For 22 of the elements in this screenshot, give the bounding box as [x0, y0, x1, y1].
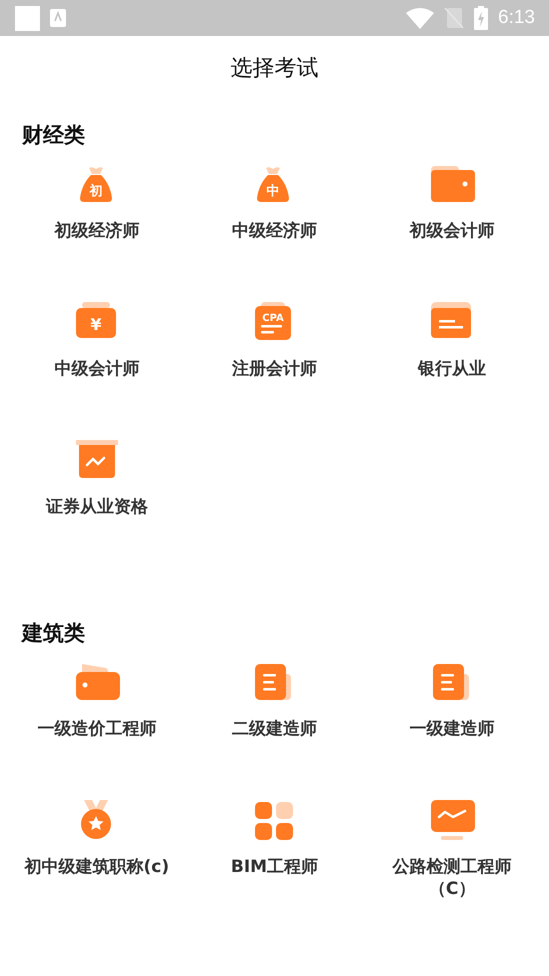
- battery-charging-icon: [474, 6, 488, 30]
- wifi-icon: [406, 7, 434, 29]
- exam-item[interactable]: CPA 注册会计师: [186, 294, 364, 432]
- exam-item[interactable]: 中 中级经济师: [186, 156, 364, 294]
- exam-item[interactable]: 公路检测工程师（C）: [363, 792, 541, 930]
- exam-item[interactable]: 初中级建筑职称(c): [8, 792, 186, 930]
- page-title: 选择考试: [230, 55, 320, 83]
- section-title: 建筑类: [22, 620, 86, 647]
- exam-item[interactable]: 证券从业资格: [8, 432, 186, 570]
- exam-item[interactable]: 二级建造师: [186, 654, 364, 792]
- exam-item[interactable]: 一级造价工程师: [8, 654, 186, 792]
- exam-item[interactable]: 初级会计师: [363, 156, 541, 294]
- exam-item[interactable]: ¥ 中级会计师: [8, 294, 186, 432]
- exam-item[interactable]: BIM工程师: [186, 792, 364, 930]
- exam-item[interactable]: 初 初级经济师: [8, 156, 186, 294]
- notification-icon: [15, 6, 40, 30]
- exam-item[interactable]: 银行从业: [363, 294, 541, 432]
- no-sim-icon: [444, 7, 464, 29]
- exam-item[interactable]: 一级建造师: [363, 654, 541, 792]
- section-title: 财经类: [22, 122, 86, 149]
- status-time: 6:13: [498, 7, 535, 29]
- keyboard-icon: [50, 9, 66, 27]
